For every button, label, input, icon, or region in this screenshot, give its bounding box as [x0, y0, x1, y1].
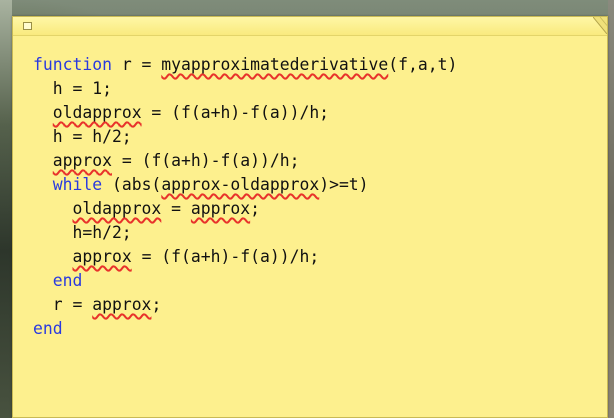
spellcheck-flagged-word: approx	[190, 199, 251, 218]
code-text: r =	[33, 295, 93, 314]
code-line: oldapprox = approx;	[33, 197, 597, 221]
code-text: h=h/2;	[33, 223, 132, 242]
code-text: h = h/2;	[33, 127, 132, 146]
spellcheck-flagged-word: oldapprox	[72, 199, 162, 218]
spellcheck-flagged-word: oldapprox	[52, 103, 142, 122]
spellcheck-flagged-word: approx	[52, 151, 112, 170]
close-box-icon[interactable]	[23, 22, 32, 30]
code-text: = (f(a+h)-f(a))/h;	[131, 247, 320, 266]
code-keyword: end	[33, 319, 63, 338]
desktop-background-left	[0, 0, 12, 418]
code-text: (abs(	[102, 175, 162, 194]
collapse-corner-icon[interactable]	[593, 17, 607, 34]
code-line: end	[33, 269, 597, 293]
code-text: ;	[250, 199, 260, 218]
code-line: h = h/2;	[33, 125, 597, 149]
code-line: h = 1;	[33, 77, 597, 101]
code-text: = (f(a+h)-f(a))/h;	[141, 103, 330, 122]
sticky-note-text-area[interactable]: function r = myapproximatederivative(f,a…	[33, 53, 597, 407]
code-text: r =	[111, 55, 162, 74]
desktop-background-right	[608, 0, 614, 418]
code-line: approx = (f(a+h)-f(a))/h;	[33, 245, 597, 269]
code-line: r = approx;	[33, 293, 597, 317]
sticky-note-title-bar[interactable]	[13, 17, 607, 36]
spellcheck-flagged-word: approx	[72, 247, 132, 266]
code-line: function r = myapproximatederivative(f,a…	[33, 53, 597, 77]
code-text: =	[161, 199, 191, 218]
code-line: h=h/2;	[33, 221, 597, 245]
code-line: oldapprox = (f(a+h)-f(a))/h;	[33, 101, 597, 125]
spellcheck-flagged-word: approx-oldapprox	[161, 175, 320, 194]
code-keyword: function	[33, 55, 112, 74]
code-text: )>=t)	[319, 175, 369, 194]
code-line: while (abs(approx-oldapprox)>=t)	[33, 173, 597, 197]
spellcheck-flagged-word: approx	[92, 295, 152, 314]
sticky-note-window[interactable]: function r = myapproximatederivative(f,a…	[12, 16, 608, 418]
code-keyword: end	[52, 271, 83, 290]
code-text: h = 1;	[33, 79, 112, 98]
code-text: ;	[151, 295, 162, 314]
code-keyword: while	[52, 175, 103, 194]
code-text: (f,a,t)	[388, 55, 458, 74]
spellcheck-flagged-word: myapproximatederivative	[161, 55, 389, 74]
code-line: end	[33, 317, 597, 341]
code-line: approx = (f(a+h)-f(a))/h;	[33, 149, 597, 173]
code-text: = (f(a+h)-f(a))/h;	[111, 151, 300, 170]
